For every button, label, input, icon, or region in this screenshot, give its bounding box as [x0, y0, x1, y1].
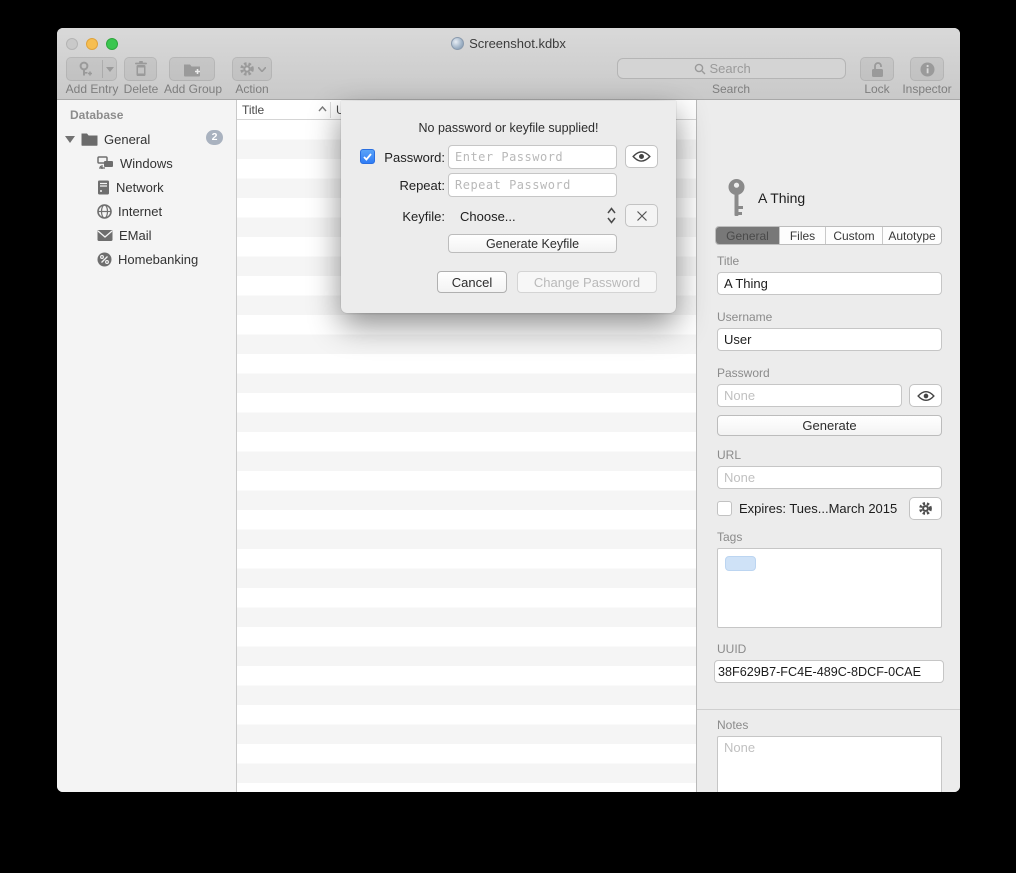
add-group-label: Add Group — [157, 82, 229, 96]
uuid-field-label: UUID — [717, 642, 746, 656]
key-plus-icon — [67, 61, 102, 78]
group-count-badge: 2 — [206, 130, 223, 145]
dialog-repeat-label: Repeat: — [345, 178, 445, 193]
close-icon — [636, 210, 648, 222]
envelope-icon — [97, 229, 113, 242]
sidebar-item-label: EMail — [119, 228, 152, 243]
title-input[interactable] — [717, 272, 942, 295]
document-icon — [451, 37, 464, 50]
gear-icon — [918, 501, 933, 516]
sidebar-item-homebanking[interactable]: Homebanking — [97, 248, 198, 270]
search-input[interactable] — [710, 61, 770, 76]
expires-checkbox[interactable] — [717, 501, 732, 516]
notes-textarea[interactable] — [717, 736, 942, 792]
url-input[interactable] — [717, 466, 942, 489]
window-title: Screenshot.kdbx — [57, 36, 960, 51]
tab-autotype[interactable]: Autotype — [883, 227, 941, 244]
entry-title: A Thing — [758, 190, 805, 206]
sidebar-item-email[interactable]: EMail — [97, 224, 152, 246]
expires-label: Expires: Tues...March 2015 — [739, 501, 897, 516]
sidebar-item-label: Network — [116, 180, 164, 195]
tab-custom[interactable]: Custom — [826, 227, 883, 244]
dialog-keyfile-label: Keyfile: — [345, 209, 445, 224]
folder-plus-icon — [183, 62, 201, 77]
trash-icon — [134, 61, 148, 77]
delete-button[interactable] — [124, 57, 157, 81]
inspector-button[interactable] — [910, 57, 944, 81]
tags-field-label: Tags — [717, 530, 742, 544]
url-field-label: URL — [717, 448, 741, 462]
lock-button[interactable] — [860, 57, 894, 81]
dialog-password-label: Password: — [345, 150, 445, 165]
sort-ascending-icon — [318, 106, 327, 112]
clear-keyfile-button[interactable] — [625, 204, 658, 227]
dialog-password-input[interactable] — [448, 145, 617, 169]
gear-icon — [239, 61, 255, 77]
globe-icon — [97, 204, 112, 219]
sidebar-item-network[interactable]: Network — [97, 176, 164, 198]
tag-chip[interactable] — [725, 556, 756, 571]
action-label: Action — [220, 82, 284, 96]
password-field-label: Password — [717, 366, 770, 380]
sidebar-item-label: Windows — [120, 156, 173, 171]
server-icon — [97, 180, 110, 195]
eye-icon — [632, 150, 651, 163]
generate-keyfile-button[interactable]: Generate Keyfile — [448, 234, 617, 253]
change-password-button[interactable]: Change Password — [517, 271, 657, 293]
username-input[interactable] — [717, 328, 942, 351]
inspector-panel: A Thing General Files Custom Autotype Ti… — [696, 100, 960, 792]
sidebar-item-label: Internet — [118, 204, 162, 219]
tab-general[interactable]: General — [716, 227, 780, 244]
keyfile-popup[interactable]: Choose... — [460, 209, 516, 224]
sidebar-item-windows[interactable]: Windows — [97, 152, 173, 174]
sidebar-item-general[interactable]: General — [65, 128, 150, 150]
sidebar-section-header: Database — [70, 108, 123, 122]
username-field-label: Username — [717, 310, 772, 324]
windows-network-icon — [97, 156, 114, 171]
section-divider — [697, 709, 960, 710]
dialog-message: No password or keyfile supplied! — [341, 121, 676, 135]
action-button[interactable] — [232, 57, 272, 81]
dialog-repeat-input[interactable] — [448, 173, 617, 197]
app-window: Screenshot.kdbx Add Entry Delete Add — [57, 28, 960, 792]
sidebar-item-label: General — [104, 132, 150, 147]
uuid-input[interactable] — [714, 660, 944, 683]
sidebar-item-label: Homebanking — [118, 252, 198, 267]
tab-files[interactable]: Files — [780, 227, 826, 244]
column-header-title[interactable]: Title — [242, 103, 264, 117]
info-icon — [920, 62, 935, 77]
dialog-reveal-password-button[interactable] — [625, 145, 658, 168]
search-toolbar-label: Search — [699, 82, 763, 96]
percent-circle-icon — [97, 252, 112, 267]
unlock-icon — [870, 61, 885, 78]
search-icon — [694, 63, 706, 75]
window-chrome: Screenshot.kdbx Add Entry Delete Add — [57, 28, 960, 100]
password-dialog: No password or keyfile supplied! Passwor… — [341, 101, 676, 313]
chevron-down-icon[interactable] — [103, 67, 116, 72]
chevron-down-icon — [258, 67, 266, 72]
password-input[interactable] — [717, 384, 902, 407]
key-icon — [725, 178, 748, 221]
folder-icon — [81, 132, 98, 146]
generate-password-button[interactable]: Generate — [717, 415, 942, 436]
column-separator[interactable] — [330, 102, 331, 118]
disclosure-triangle-icon[interactable] — [65, 136, 75, 143]
tags-box[interactable] — [717, 548, 942, 628]
add-group-button[interactable] — [169, 57, 215, 81]
inspector-label: Inspector — [895, 82, 959, 96]
expires-settings-button[interactable] — [909, 497, 942, 520]
cancel-button[interactable]: Cancel — [437, 271, 507, 293]
add-entry-button[interactable] — [66, 57, 117, 81]
sidebar: Database General 2 Windows Network Inter… — [57, 100, 237, 792]
title-field-label: Title — [717, 254, 739, 268]
notes-field-label: Notes — [717, 718, 748, 732]
stepper-icon[interactable] — [607, 206, 616, 225]
sidebar-item-internet[interactable]: Internet — [97, 200, 162, 222]
inspector-tabs: General Files Custom Autotype — [715, 226, 942, 245]
reveal-password-button[interactable] — [909, 384, 942, 407]
eye-icon — [917, 390, 935, 402]
search-field[interactable] — [617, 58, 846, 79]
